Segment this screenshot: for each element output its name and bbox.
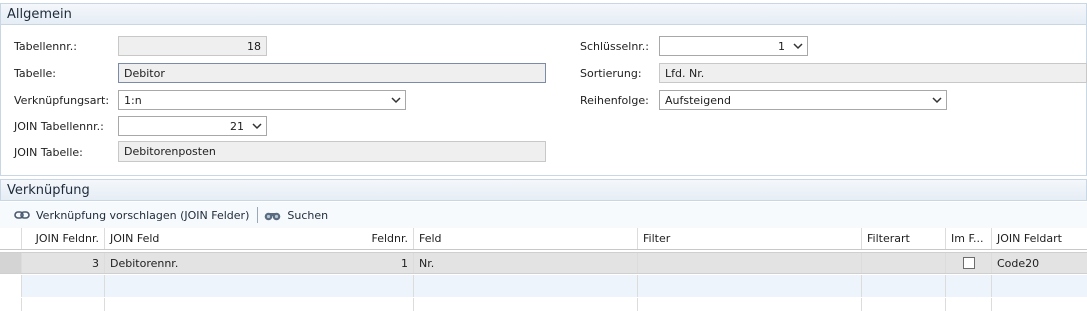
cell-join-field-no[interactable]: 3 bbox=[22, 253, 105, 273]
link-fields-table: JOIN Feldnr. JOIN Feld Feldnr. Feld Filt… bbox=[0, 228, 1087, 311]
cell-empty bbox=[22, 298, 105, 311]
cell-in-filter[interactable] bbox=[946, 275, 992, 297]
link-type-select[interactable]: 1:n bbox=[118, 90, 406, 110]
row-selector bbox=[0, 298, 22, 311]
order-select[interactable]: Aufsteigend bbox=[659, 90, 947, 110]
section-header-link[interactable]: Verknüpfung bbox=[0, 179, 1087, 201]
link-type-label: Verknüpfungsart: bbox=[14, 94, 110, 107]
cell-field[interactable] bbox=[414, 275, 638, 297]
join-table-no-label: JOIN Tabellennr.: bbox=[14, 120, 104, 133]
table-no-field: 18 bbox=[118, 36, 267, 56]
cell-filter[interactable] bbox=[638, 275, 862, 297]
row-selector[interactable] bbox=[0, 253, 22, 273]
cell-field[interactable]: Nr. bbox=[414, 253, 638, 273]
row-selector-header bbox=[0, 228, 22, 249]
order-label: Reihenfolge: bbox=[580, 94, 649, 107]
column-header-filter[interactable]: Filter bbox=[638, 228, 862, 249]
table-no-label: Tabellennr.: bbox=[14, 40, 77, 53]
chevron-down-icon bbox=[391, 97, 401, 104]
join-table-no-select[interactable]: 21 bbox=[118, 116, 267, 136]
toolbar-separator bbox=[257, 207, 259, 223]
order-value: Aufsteigend bbox=[665, 93, 731, 107]
cell-empty bbox=[946, 298, 992, 311]
column-header-join-field-type[interactable]: JOIN Feldart bbox=[992, 228, 1087, 249]
link-toolbar: Verknüpfung vorschlagen (JOIN Felder) Su… bbox=[0, 202, 1087, 228]
binoculars-icon bbox=[265, 212, 281, 220]
link-type-value: 1:n bbox=[124, 93, 142, 107]
suggest-link-button[interactable]: Verknüpfung vorschlagen (JOIN Felder) bbox=[14, 209, 249, 222]
column-header-field-no[interactable]: Feldnr. bbox=[105, 228, 414, 249]
cell-filter-type[interactable] bbox=[862, 253, 946, 273]
table-no-value: 18 bbox=[247, 39, 261, 53]
key-no-select[interactable]: 1 bbox=[659, 36, 808, 56]
key-no-value: 1 bbox=[778, 39, 785, 53]
section-header-general[interactable]: Allgemein bbox=[0, 3, 1087, 25]
cell-join-field-type[interactable] bbox=[992, 275, 1087, 297]
column-header-field[interactable]: Feld bbox=[414, 228, 638, 249]
join-table-value: Debitorenposten bbox=[124, 145, 216, 158]
cell-join-field-no[interactable] bbox=[22, 275, 105, 297]
cell-empty bbox=[638, 298, 862, 311]
table-label: Tabelle: bbox=[14, 67, 56, 80]
key-no-label: Schlüsselnr.: bbox=[580, 40, 650, 53]
join-table-field: Debitorenposten bbox=[118, 141, 546, 162]
section-title-general: Allgemein bbox=[7, 6, 72, 22]
table-row-new[interactable] bbox=[0, 275, 1087, 297]
table-header-row: JOIN Feldnr. JOIN Feld Feldnr. Feld Filt… bbox=[0, 228, 1087, 250]
cell-filter-type[interactable] bbox=[862, 275, 946, 297]
search-label: Suchen bbox=[287, 208, 329, 222]
chevron-down-icon bbox=[932, 97, 942, 104]
cell-filter[interactable] bbox=[638, 253, 862, 273]
sorting-value: Lfd. Nr. bbox=[665, 66, 705, 80]
table-field: Debitor bbox=[118, 63, 546, 83]
table-row[interactable]: 3 Debitorennr. 1 Nr. Code20 bbox=[0, 252, 1087, 274]
table-value: Debitor bbox=[124, 66, 165, 80]
join-table-no-value: 21 bbox=[230, 119, 244, 133]
cell-empty bbox=[414, 298, 638, 311]
column-header-filter-type[interactable]: Filterart bbox=[862, 228, 946, 249]
chevron-down-icon bbox=[793, 43, 803, 50]
cell-join-field[interactable] bbox=[105, 275, 414, 297]
join-table-label: JOIN Tabelle: bbox=[14, 146, 83, 159]
table-row-empty bbox=[0, 298, 1087, 311]
search-button[interactable]: Suchen bbox=[264, 209, 328, 222]
cell-field-no[interactable]: 1 bbox=[105, 253, 414, 273]
link-icon bbox=[14, 211, 30, 219]
sorting-field: Lfd. Nr. bbox=[659, 63, 1087, 83]
chevron-down-icon bbox=[252, 123, 262, 130]
suggest-link-label: Verknüpfung vorschlagen (JOIN Felder) bbox=[36, 208, 250, 222]
sorting-label: Sortierung: bbox=[580, 67, 642, 80]
cell-empty bbox=[862, 298, 946, 311]
cell-in-filter[interactable] bbox=[946, 253, 992, 273]
cell-empty bbox=[105, 298, 414, 311]
in-filter-checkbox[interactable] bbox=[962, 257, 975, 269]
column-header-in-filter[interactable]: Im F... bbox=[946, 228, 992, 249]
row-selector[interactable] bbox=[0, 275, 22, 297]
column-header-join-field-no[interactable]: JOIN Feldnr. bbox=[22, 228, 105, 249]
cell-join-field-type[interactable]: Code20 bbox=[992, 253, 1087, 273]
section-title-link: Verknüpfung bbox=[7, 182, 90, 198]
